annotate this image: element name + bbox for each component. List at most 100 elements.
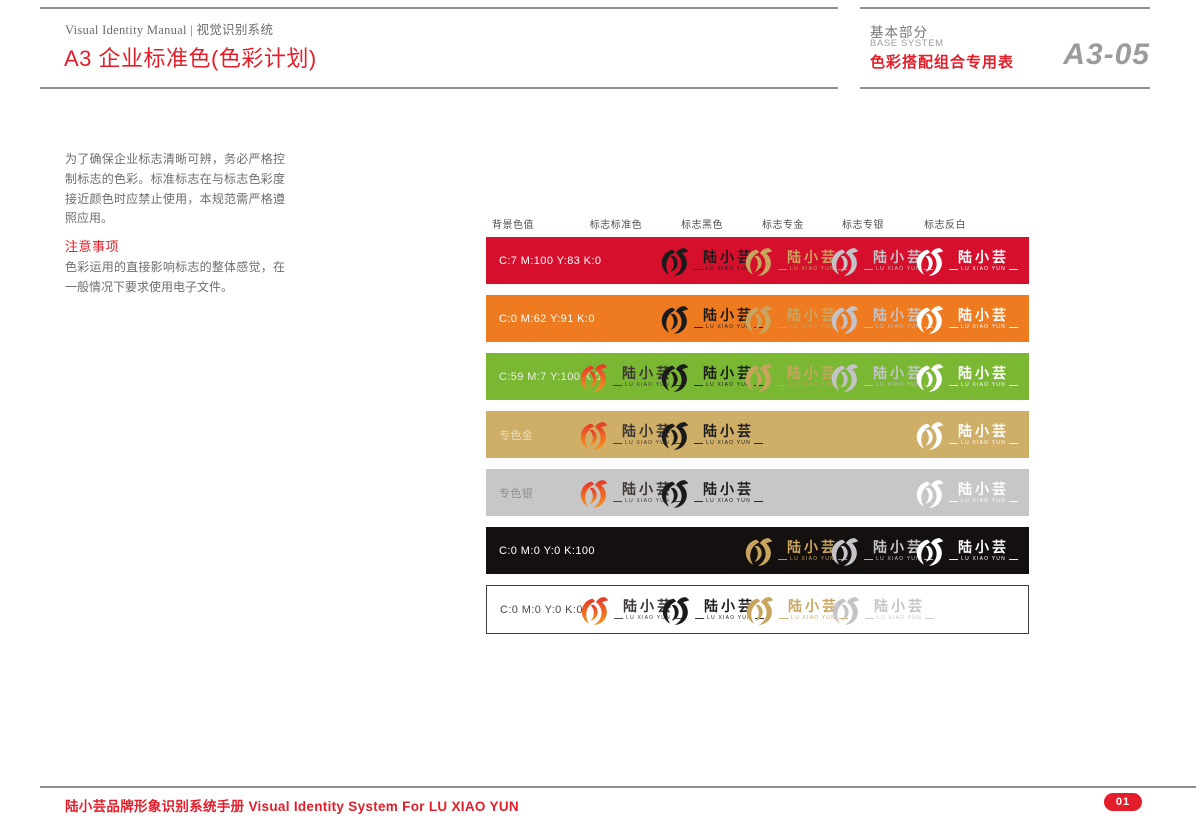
column-header-silver: 标志专银 — [842, 216, 884, 231]
logo-slot-black: 陆小芸 LU XIAO YUN — [659, 420, 763, 450]
column-header-standard-color: 标志标准色 — [590, 216, 643, 231]
phoenix-icon — [743, 362, 773, 392]
intro-paragraph: 为了确保企业标志清晰可辨，务必严格控制标志的色彩。标准标志在与标志色彩度接近颜色… — [65, 150, 285, 229]
logo-name: 陆小芸 — [874, 599, 925, 613]
color-bar-row: 专色银 陆小芸 LU XIAO YUN 陆小芸 LU XIAO YUN — [486, 469, 1029, 516]
color-bar-row: C:0 M:62 Y:91 K:0 陆小芸 LU XIAO YUN 陆小芸 LU… — [486, 295, 1029, 342]
color-value-label: C:7 M:100 Y:83 K:0 — [499, 255, 601, 267]
color-value-label: C:0 M:0 Y:0 K:100 — [499, 545, 595, 557]
color-value-label: C:0 M:0 Y:0 K:0 — [500, 604, 583, 616]
luxiaoyun-logo: 陆小芸 LU XIAO YUN — [659, 420, 763, 450]
phoenix-icon — [578, 362, 608, 392]
column-header-background-value: 背景色值 — [492, 216, 534, 231]
luxiaoyun-logo: 陆小芸 LU XIAO YUN — [914, 420, 1018, 450]
phoenix-icon — [914, 246, 944, 276]
logo-text: 陆小芸 LU XIAO YUN — [949, 366, 1018, 388]
logo-name: 陆小芸 — [703, 424, 754, 438]
logo-name: 陆小芸 — [958, 366, 1009, 380]
logo-subtext: LU XIAO YUN — [949, 557, 1018, 562]
logo-text: 陆小芸 LU XIAO YUN — [865, 599, 934, 621]
color-bar-row: C:59 M:7 Y:100 K:0 陆小芸 LU XIAO YUN 陆小芸 L… — [486, 353, 1029, 400]
footer-title: 陆小芸品牌形象识别系统手册 Visual Identity System For… — [65, 795, 519, 815]
section-subtitle: 色彩搭配组合专用表 — [870, 51, 1014, 72]
column-header-reversed-white: 标志反白 — [924, 216, 966, 231]
logo-text: 陆小芸 LU XIAO YUN — [694, 482, 763, 504]
logo-subtext: LU XIAO YUN — [949, 441, 1018, 446]
note-title: 注意事项 — [65, 236, 119, 255]
logo-name: 陆小芸 — [703, 482, 754, 496]
column-header-gold: 标志专金 — [762, 216, 804, 231]
phoenix-icon — [578, 420, 608, 450]
logo-subtext: LU XIAO YUN — [865, 616, 934, 621]
logo-slot-white: 陆小芸 LU XIAO YUN — [914, 246, 1018, 276]
logo-text: 陆小芸 LU XIAO YUN — [949, 308, 1018, 330]
luxiaoyun-logo: 陆小芸 LU XIAO YUN — [659, 478, 763, 508]
footer-rule — [40, 786, 1196, 788]
logo-text: 陆小芸 LU XIAO YUN — [949, 482, 1018, 504]
page-code: A3-05 — [1055, 38, 1150, 72]
phoenix-icon — [659, 478, 689, 508]
phoenix-icon — [743, 304, 773, 334]
header-bottom-rule-left — [40, 87, 838, 89]
phoenix-icon — [914, 362, 944, 392]
logo-text: 陆小芸 LU XIAO YUN — [949, 424, 1018, 446]
phoenix-icon — [744, 595, 774, 625]
logo-name: 陆小芸 — [958, 424, 1009, 438]
header-rule-right — [860, 7, 1150, 9]
color-bar-row: C:0 M:0 Y:0 K:100 陆小芸 LU XIAO YUN 陆小芸 LU… — [486, 527, 1029, 574]
color-rows: C:7 M:100 Y:83 K:0 陆小芸 LU XIAO YUN 陆小芸 L… — [486, 237, 1029, 634]
color-combination-table: 背景色值 标志标准色 标志黑色 标志专金 标志专银 标志反白 C:7 M:100… — [486, 212, 1029, 645]
phoenix-icon — [659, 246, 689, 276]
page-number-badge: 01 — [1104, 793, 1142, 811]
logo-text: 陆小芸 LU XIAO YUN — [949, 540, 1018, 562]
phoenix-icon — [830, 595, 860, 625]
column-header-black: 标志黑色 — [681, 216, 723, 231]
header-bottom-rule-right — [860, 87, 1150, 89]
luxiaoyun-logo: 陆小芸 LU XIAO YUN — [914, 362, 1018, 392]
page-title: A3 企业标准色(色彩计划) — [64, 41, 317, 73]
luxiaoyun-logo: 陆小芸 LU XIAO YUN — [914, 246, 1018, 276]
phoenix-icon — [914, 420, 944, 450]
manual-eyebrow: Visual Identity Manual | 视觉识别系统 — [65, 19, 273, 38]
section-name-en: BASE SYSTEM — [870, 38, 944, 49]
logo-subtext: LU XIAO YUN — [694, 499, 763, 504]
luxiaoyun-logo: 陆小芸 LU XIAO YUN — [914, 304, 1018, 334]
phoenix-icon — [914, 536, 944, 566]
color-bar-row: C:7 M:100 Y:83 K:0 陆小芸 LU XIAO YUN 陆小芸 L… — [486, 237, 1029, 284]
note-paragraph: 色彩运用的直接影响标志的整体感觉，在一般情况下要求使用电子文件。 — [65, 258, 285, 298]
vi-manual-page: Visual Identity Manual | 视觉识别系统 A3 企业标准色… — [0, 0, 1200, 829]
color-bar-row: 专色金 陆小芸 LU XIAO YUN 陆小芸 LU XIAO YUN — [486, 411, 1029, 458]
logo-subtext: LU XIAO YUN — [694, 441, 763, 446]
logo-slot-white: 陆小芸 LU XIAO YUN — [914, 420, 1018, 450]
header-rule-left — [40, 7, 838, 9]
logo-name: 陆小芸 — [958, 308, 1009, 322]
logo-name: 陆小芸 — [958, 250, 1009, 264]
phoenix-icon — [659, 362, 689, 392]
phoenix-icon — [579, 595, 609, 625]
logo-name: 陆小芸 — [958, 540, 1009, 554]
logo-slot-white: 陆小芸 LU XIAO YUN — [914, 304, 1018, 334]
logo-subtext: LU XIAO YUN — [949, 267, 1018, 272]
logo-name: 陆小芸 — [958, 482, 1009, 496]
luxiaoyun-logo: 陆小芸 LU XIAO YUN — [914, 478, 1018, 508]
phoenix-icon — [659, 420, 689, 450]
logo-slot-white: 陆小芸 LU XIAO YUN — [914, 478, 1018, 508]
phoenix-icon — [743, 536, 773, 566]
phoenix-icon — [743, 246, 773, 276]
logo-slot-white: 陆小芸 LU XIAO YUN — [914, 362, 1018, 392]
luxiaoyun-logo: 陆小芸 LU XIAO YUN — [914, 536, 1018, 566]
logo-slot-black: 陆小芸 LU XIAO YUN — [659, 478, 763, 508]
logo-subtext: LU XIAO YUN — [949, 499, 1018, 504]
color-value-label: 专色金 — [499, 427, 533, 443]
logo-slot-silver: 陆小芸 LU XIAO YUN — [830, 595, 934, 625]
logo-text: 陆小芸 LU XIAO YUN — [949, 250, 1018, 272]
table-header-row: 背景色值 标志标准色 标志黑色 标志专金 标志专银 标志反白 — [486, 212, 1029, 237]
color-value-label: 专色银 — [499, 485, 533, 501]
phoenix-icon — [578, 478, 608, 508]
logo-text: 陆小芸 LU XIAO YUN — [694, 424, 763, 446]
logo-subtext: LU XIAO YUN — [949, 383, 1018, 388]
phoenix-icon — [829, 246, 859, 276]
phoenix-icon — [829, 304, 859, 334]
phoenix-icon — [914, 304, 944, 334]
logo-slot-white: 陆小芸 LU XIAO YUN — [914, 536, 1018, 566]
